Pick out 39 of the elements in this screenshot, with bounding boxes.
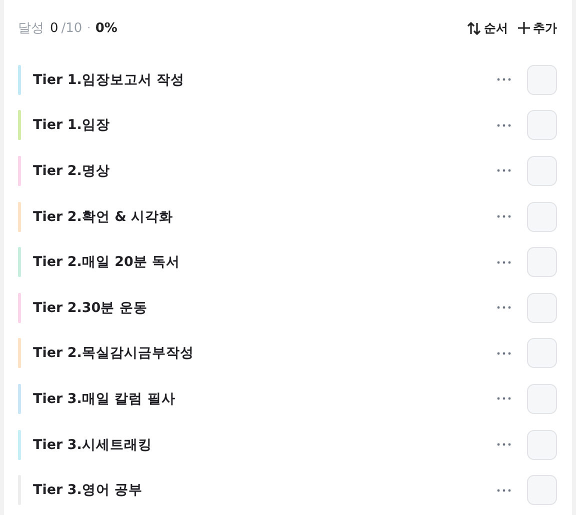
add-button[interactable]: 추가 <box>518 20 557 36</box>
achievement-label: 달성 <box>18 20 44 37</box>
total-count: /10 <box>61 20 82 36</box>
habit-title: Tier 3.시세트래킹 <box>33 436 153 454</box>
habit-title: Tier 2.매일 20분 독서 <box>33 253 182 272</box>
more-icon <box>497 306 511 310</box>
checkbox[interactable] <box>527 64 557 95</box>
checkbox[interactable] <box>527 156 557 186</box>
checkbox[interactable] <box>527 247 557 278</box>
more-icon <box>497 215 511 218</box>
habit-title: Tier 1.임장보고서 작성 <box>33 70 186 89</box>
habit-title: Tier 2.명상 <box>33 162 111 180</box>
habit-title: Tier 2.30분 운동 <box>33 298 148 317</box>
habit-title: Tier 3.영어 공부 <box>33 481 144 500</box>
checkbox[interactable] <box>527 430 557 460</box>
plus-icon <box>518 22 530 34</box>
sort-button[interactable]: 순서 <box>467 20 508 36</box>
checkbox[interactable] <box>527 202 557 232</box>
more-icon <box>497 169 511 172</box>
more-icon <box>497 397 511 400</box>
checkbox[interactable] <box>527 292 557 323</box>
checkbox[interactable] <box>527 475 557 506</box>
habit-title: Tier 3.매일 칼럼 필사 <box>33 390 176 408</box>
sort-icon <box>467 22 481 34</box>
checkbox[interactable] <box>527 110 557 140</box>
more-icon <box>497 260 511 264</box>
percent-text: 0% <box>95 20 118 36</box>
more-icon <box>497 488 511 492</box>
habit-title: Tier 1.임장 <box>33 116 111 134</box>
checkbox[interactable] <box>527 384 557 414</box>
more-icon <box>497 78 511 82</box>
done-count: 0 <box>50 20 58 36</box>
more-icon <box>497 124 511 127</box>
habit-title: Tier 2.확언 & 시각화 <box>33 208 174 226</box>
more-icon <box>497 352 511 355</box>
checkbox[interactable] <box>527 338 557 368</box>
habit-title: Tier 2.목실감시금부작성 <box>33 344 195 362</box>
separator: · <box>87 22 90 34</box>
more-icon <box>497 443 511 446</box>
